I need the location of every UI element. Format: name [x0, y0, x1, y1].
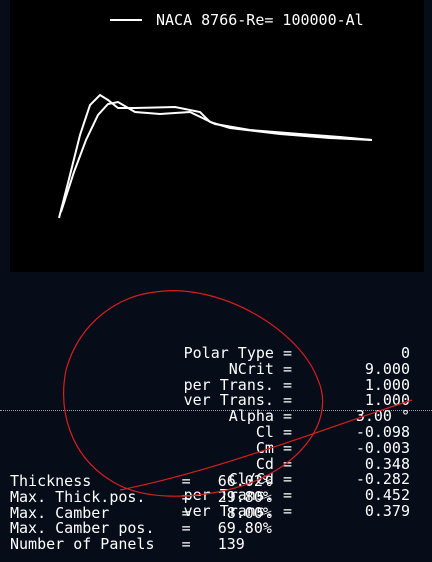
polar-param-value: 3.00 °: [355, 407, 410, 426]
polar-param-value: -0.003: [355, 438, 410, 457]
polar-param-label: Cm =: [255, 438, 292, 457]
polar-param-label: Alpha =: [228, 407, 292, 426]
polar-param-label: Polar Type =: [183, 344, 292, 362]
polar-param-label: ver Trans. =: [183, 391, 292, 410]
foil-param-line: Thickness = 66.02%: [10, 472, 272, 490]
polar-param-value: -0.282: [355, 470, 410, 489]
foil-param-line: Number of Panels = 139: [10, 535, 245, 554]
polar-param-value: -0.098: [355, 423, 410, 441]
polar-curve-1: [58, 93, 373, 219]
foil-param-line: Max. Thick.pos. = 29.80%: [10, 487, 272, 506]
polar-param-value: 1.000: [364, 391, 410, 410]
polar-param-value: 0.452: [364, 486, 410, 505]
polar-param-label: Cd =: [255, 454, 292, 473]
polar-param-value: 0.379: [364, 502, 410, 520]
polar-curve-2: [60, 100, 373, 213]
polar-param-value: 0: [400, 344, 410, 362]
foil-param-line: Max. Camber pos. = 69.80%: [10, 519, 272, 538]
polar-param-value: 1.000: [364, 375, 410, 394]
polar-param-label: Cl =: [255, 423, 292, 441]
polar-param-label: per Trans. =: [183, 375, 292, 394]
foil-param-line: Max. Camber = 8.00%: [10, 503, 272, 522]
polar-param-value: 9.000: [364, 359, 410, 378]
polar-param-label: NCrit =: [228, 359, 292, 378]
polar-param-value: 0.348: [364, 454, 410, 473]
